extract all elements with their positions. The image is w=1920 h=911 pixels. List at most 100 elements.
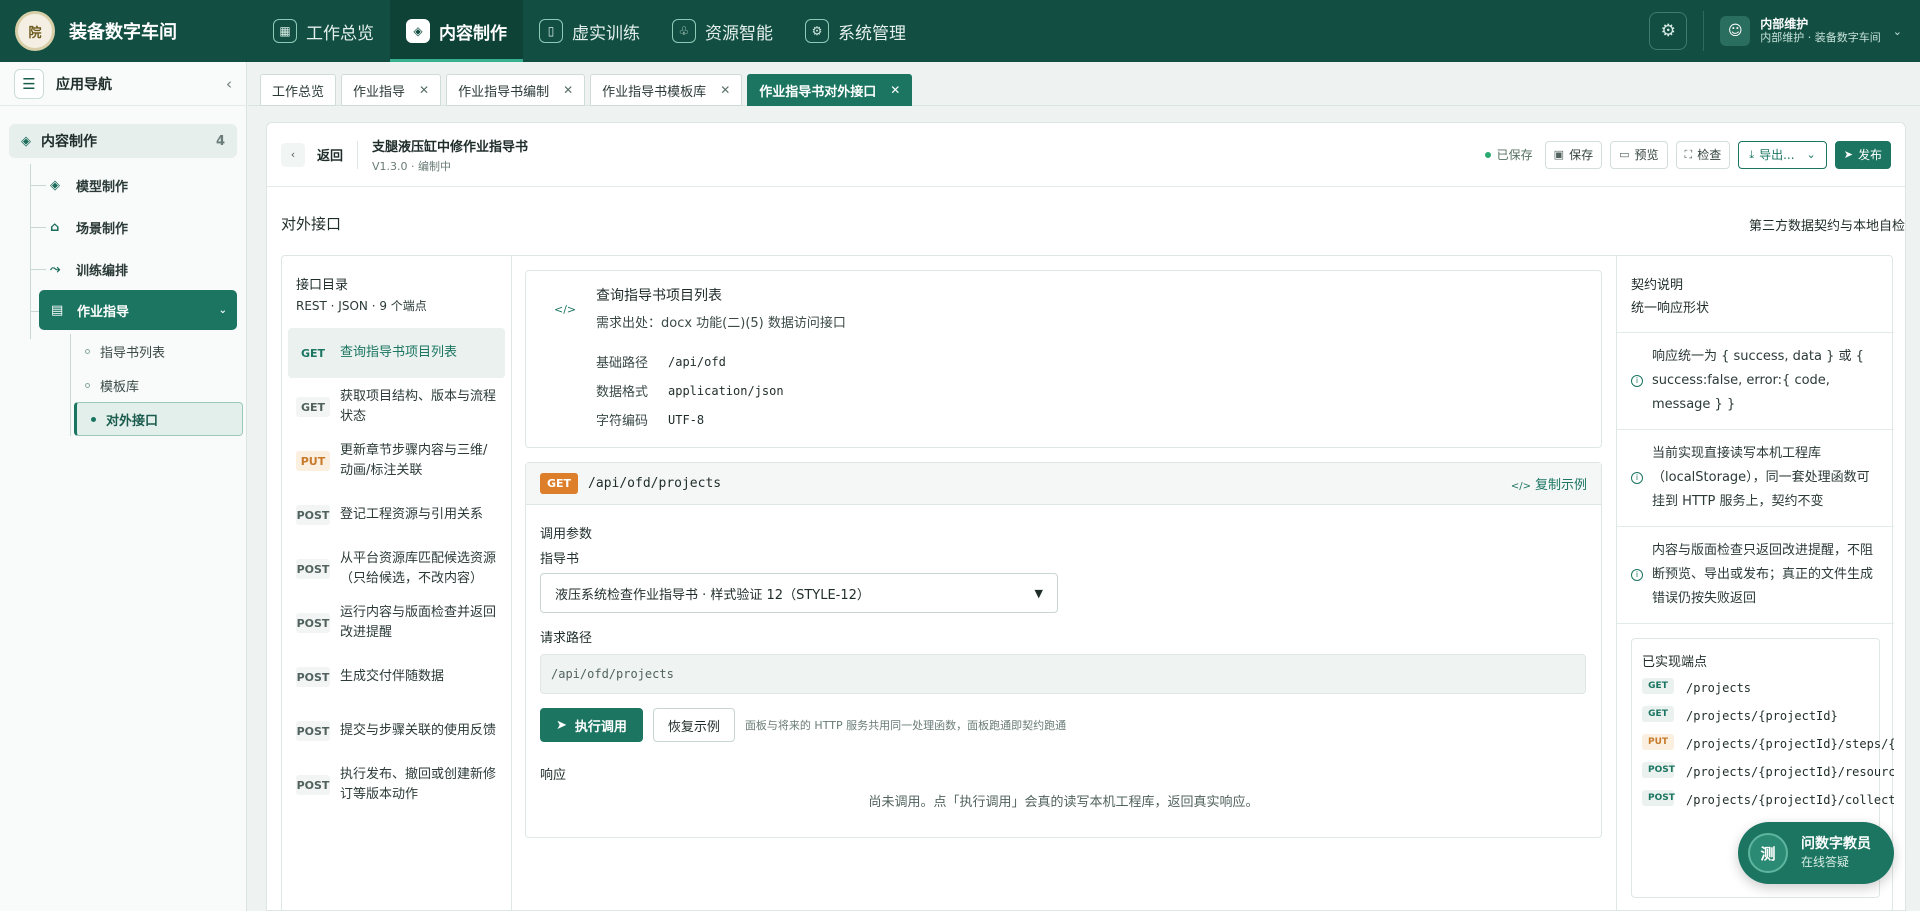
info-icon: i [1631, 569, 1643, 581]
save-button[interactable]: ▣ 保存 [1544, 140, 1603, 169]
tab-template-lib[interactable]: 作业指导书模板库 ✕ [590, 74, 743, 106]
code-icon: </> [1510, 481, 1531, 492]
implemented-row: GET/projects [1642, 678, 1869, 698]
reset-example-button[interactable]: 恢复示例 [652, 708, 735, 742]
section-subtitle: 第三方数据契约与本地自检 [1748, 219, 1905, 234]
endpoint-item[interactable]: POST 登记工程资源与引用关系 [288, 490, 505, 540]
back-button[interactable]: 返回 [317, 145, 343, 164]
collapse-chevron-icon[interactable]: ‹ [226, 75, 232, 93]
sidebar-group-content[interactable]: ◈ 内容制作 4 [9, 124, 237, 158]
run-hint: 面板与将来的 HTTP 服务共用同一处理函数，面板跑通即契约跑通 [744, 719, 1067, 732]
guide-select[interactable]: 液压系统检查作业指导书 · 样式验证 12（STYLE-12） ▼ [540, 573, 1058, 613]
format-value: application/json [668, 383, 784, 398]
sidebar-tree: ◈ 模型制作 ⌂ 场景制作 ⤳ 训练编排 ▤ 作业指导 ⌄ 指导书列表 模板库 对外接口 [30, 164, 246, 436]
dot-icon [85, 348, 90, 354]
sidebar-header: ☰ 应用导航 ‹ [0, 62, 246, 106]
gear-icon: ⚙ [805, 19, 829, 43]
assistant-button[interactable]: 测 问数字教员 在线答疑 [1738, 822, 1894, 884]
publish-button[interactable]: ➤ 发布 [1834, 140, 1891, 169]
endpoint-item[interactable]: POST 运行内容与版面检查并返回改进提醒 [288, 598, 505, 648]
contract-title: 契约说明 [1631, 278, 1684, 293]
method-badge: GET [540, 473, 579, 494]
document-version: V1.3.0 · 编制中 [372, 159, 452, 173]
menu-icon: ☰ [22, 74, 36, 93]
encoding-value: UTF-8 [668, 412, 705, 427]
contract-panel: 契约说明 统一响应形状 i 响应统一为 { success, data } 或 {… [1616, 256, 1894, 910]
sidebar-item-guidance[interactable]: ▤ 作业指导 ⌄ [30, 290, 237, 330]
nav-content[interactable]: ◈ 内容制作 [390, 0, 523, 62]
method-badge: GET [1642, 678, 1674, 694]
nav-training[interactable]: ▯ 虚实训练 [523, 0, 656, 62]
tab-guidance[interactable]: 作业指导 ✕ [341, 74, 442, 106]
copy-example-button[interactable]: </> 复制示例 [1511, 474, 1587, 493]
endpoint-directory: 接口目录 REST · JSON · 9 个端点 GET 查询指导书项目列表 GE… [282, 256, 512, 910]
run-call-button[interactable]: ➤ 执行调用 [540, 708, 643, 742]
assistant-name: 问数字教员 [1801, 836, 1871, 852]
endpoint-item[interactable]: GET 获取项目结构、版本与流程状态 [288, 382, 505, 432]
main-content: ‹ 返回 支腿液压缸中修作业指导书 V1.3.0 · 编制中 已保存 ▣ 保存 ▭… [266, 122, 1906, 911]
method-badge: POST [296, 613, 330, 633]
endpoint-item[interactable]: POST 生成交付伴随数据 [288, 652, 505, 702]
save-icon: ▣ [1553, 148, 1565, 161]
sidebar-sub-templates[interactable]: 模板库 [71, 368, 246, 402]
sidebar-item-model[interactable]: ◈ 模型制作 [30, 164, 246, 206]
endpoint-item[interactable]: PUT 更新章节步骤内容与三维/动画/标注关联 [288, 436, 505, 486]
close-icon[interactable]: ✕ [720, 83, 730, 97]
info-icon: i [1631, 472, 1643, 484]
method-badge: GET [1642, 706, 1674, 722]
dot-icon [85, 382, 90, 388]
status-dot-icon [1484, 151, 1491, 158]
implemented-row: GET/projects/{projectId} [1642, 706, 1869, 726]
endpoint-item[interactable]: POST 从平台资源库匹配候选资源（只给候选，不改内容） [288, 544, 505, 594]
directory-title: 接口目录 [296, 278, 349, 293]
sidebar-sub-api[interactable]: 对外接口 [74, 402, 243, 436]
request-path-field[interactable]: /api/ofd/projects [540, 654, 1586, 694]
method-badge: POST [296, 667, 330, 687]
nav-overview[interactable]: ▦ 工作总览 [257, 0, 390, 62]
endpoint-info-card: </> 查询指导书项目列表 需求出处：docx 功能(二)(5) 数据访问接口 … [525, 270, 1602, 448]
sidebar-item-scene[interactable]: ⌂ 场景制作 [30, 206, 246, 248]
sidebar-sub-list[interactable]: 指导书列表 [71, 334, 246, 368]
close-icon[interactable]: ✕ [563, 83, 573, 97]
nav-system[interactable]: ⚙ 系统管理 [789, 0, 922, 62]
preview-button[interactable]: ▭ 预览 [1610, 140, 1668, 169]
user-menu[interactable]: ☺ 内部维护 内部维护 · 装备数字车间 ⌄ [1703, 11, 1902, 51]
tab-overview[interactable]: 工作总览 [260, 74, 337, 106]
endpoint-source: 需求出处：docx 功能(二)(5) 数据访问接口 [596, 316, 846, 331]
sprout-icon: ♧ [672, 19, 696, 43]
endpoint-title: 查询指导书项目列表 [596, 288, 722, 304]
tab-guidance-edit[interactable]: 作业指导书编制 ✕ [446, 74, 586, 106]
download-icon: ⤓ [1749, 147, 1755, 161]
cube-icon: ◈ [406, 19, 430, 43]
endpoint-item[interactable]: POST 提交与步骤关联的使用反馈 [288, 706, 505, 756]
close-icon[interactable]: ✕ [419, 83, 429, 97]
endpoint-item[interactable]: POST 执行发布、撤回或创建新修订等版本动作 [288, 760, 505, 810]
contract-note: i 响应统一为 { success, data } 或 { success:fal… [1617, 332, 1894, 430]
user-avatar-icon: ☺ [1720, 16, 1751, 46]
check-button[interactable]: ⛶ 检查 [1675, 140, 1731, 169]
sidebar: ☰ 应用导航 ‹ ◈ 内容制作 4 ◈ 模型制作 ⌂ 场景制作 ⤳ 训练编排 ▤ 作业指… [0, 62, 247, 911]
user-org: 内部维护 · 装备数字车间 [1760, 31, 1881, 44]
chevron-down-icon: ⌄ [1806, 148, 1816, 161]
menu-toggle-button[interactable]: ☰ [14, 68, 44, 99]
settings-icon: ⚙ [1660, 21, 1676, 41]
settings-button[interactable]: ⚙ [1649, 12, 1688, 50]
endpoint-item[interactable]: GET 查询指导书项目列表 [288, 328, 505, 378]
close-icon[interactable]: ✕ [890, 83, 900, 97]
contract-note: i 内容与版面检查只返回改进提醒，不阻断预览、导出或发布；真正的文件生成错误仍按失… [1617, 527, 1894, 624]
dot-icon [91, 416, 96, 422]
cube-icon: ◈ [21, 133, 31, 149]
nav-resources[interactable]: ♧ 资源智能 [656, 0, 789, 62]
sidebar-title: 应用导航 [56, 76, 112, 93]
export-button[interactable]: ⤓ 导出... ⌄ [1738, 140, 1827, 169]
main-nav: ▦ 工作总览 ◈ 内容制作 ▯ 虚实训练 ♧ 资源智能 ⚙ 系统管理 [257, 0, 922, 62]
back-chevron-icon[interactable]: ‹ [281, 142, 305, 167]
book-icon: ▯ [539, 19, 563, 43]
path-label: 请求路径 [540, 631, 593, 646]
sidebar-item-training[interactable]: ⤳ 训练编排 [30, 248, 246, 290]
method-badge: PUT [296, 451, 330, 471]
tab-api[interactable]: 作业指导书对外接口 ✕ [747, 74, 913, 106]
code-icon: </> [554, 303, 577, 316]
guide-label: 指导书 [540, 552, 580, 567]
method-badge: GET [300, 346, 326, 360]
